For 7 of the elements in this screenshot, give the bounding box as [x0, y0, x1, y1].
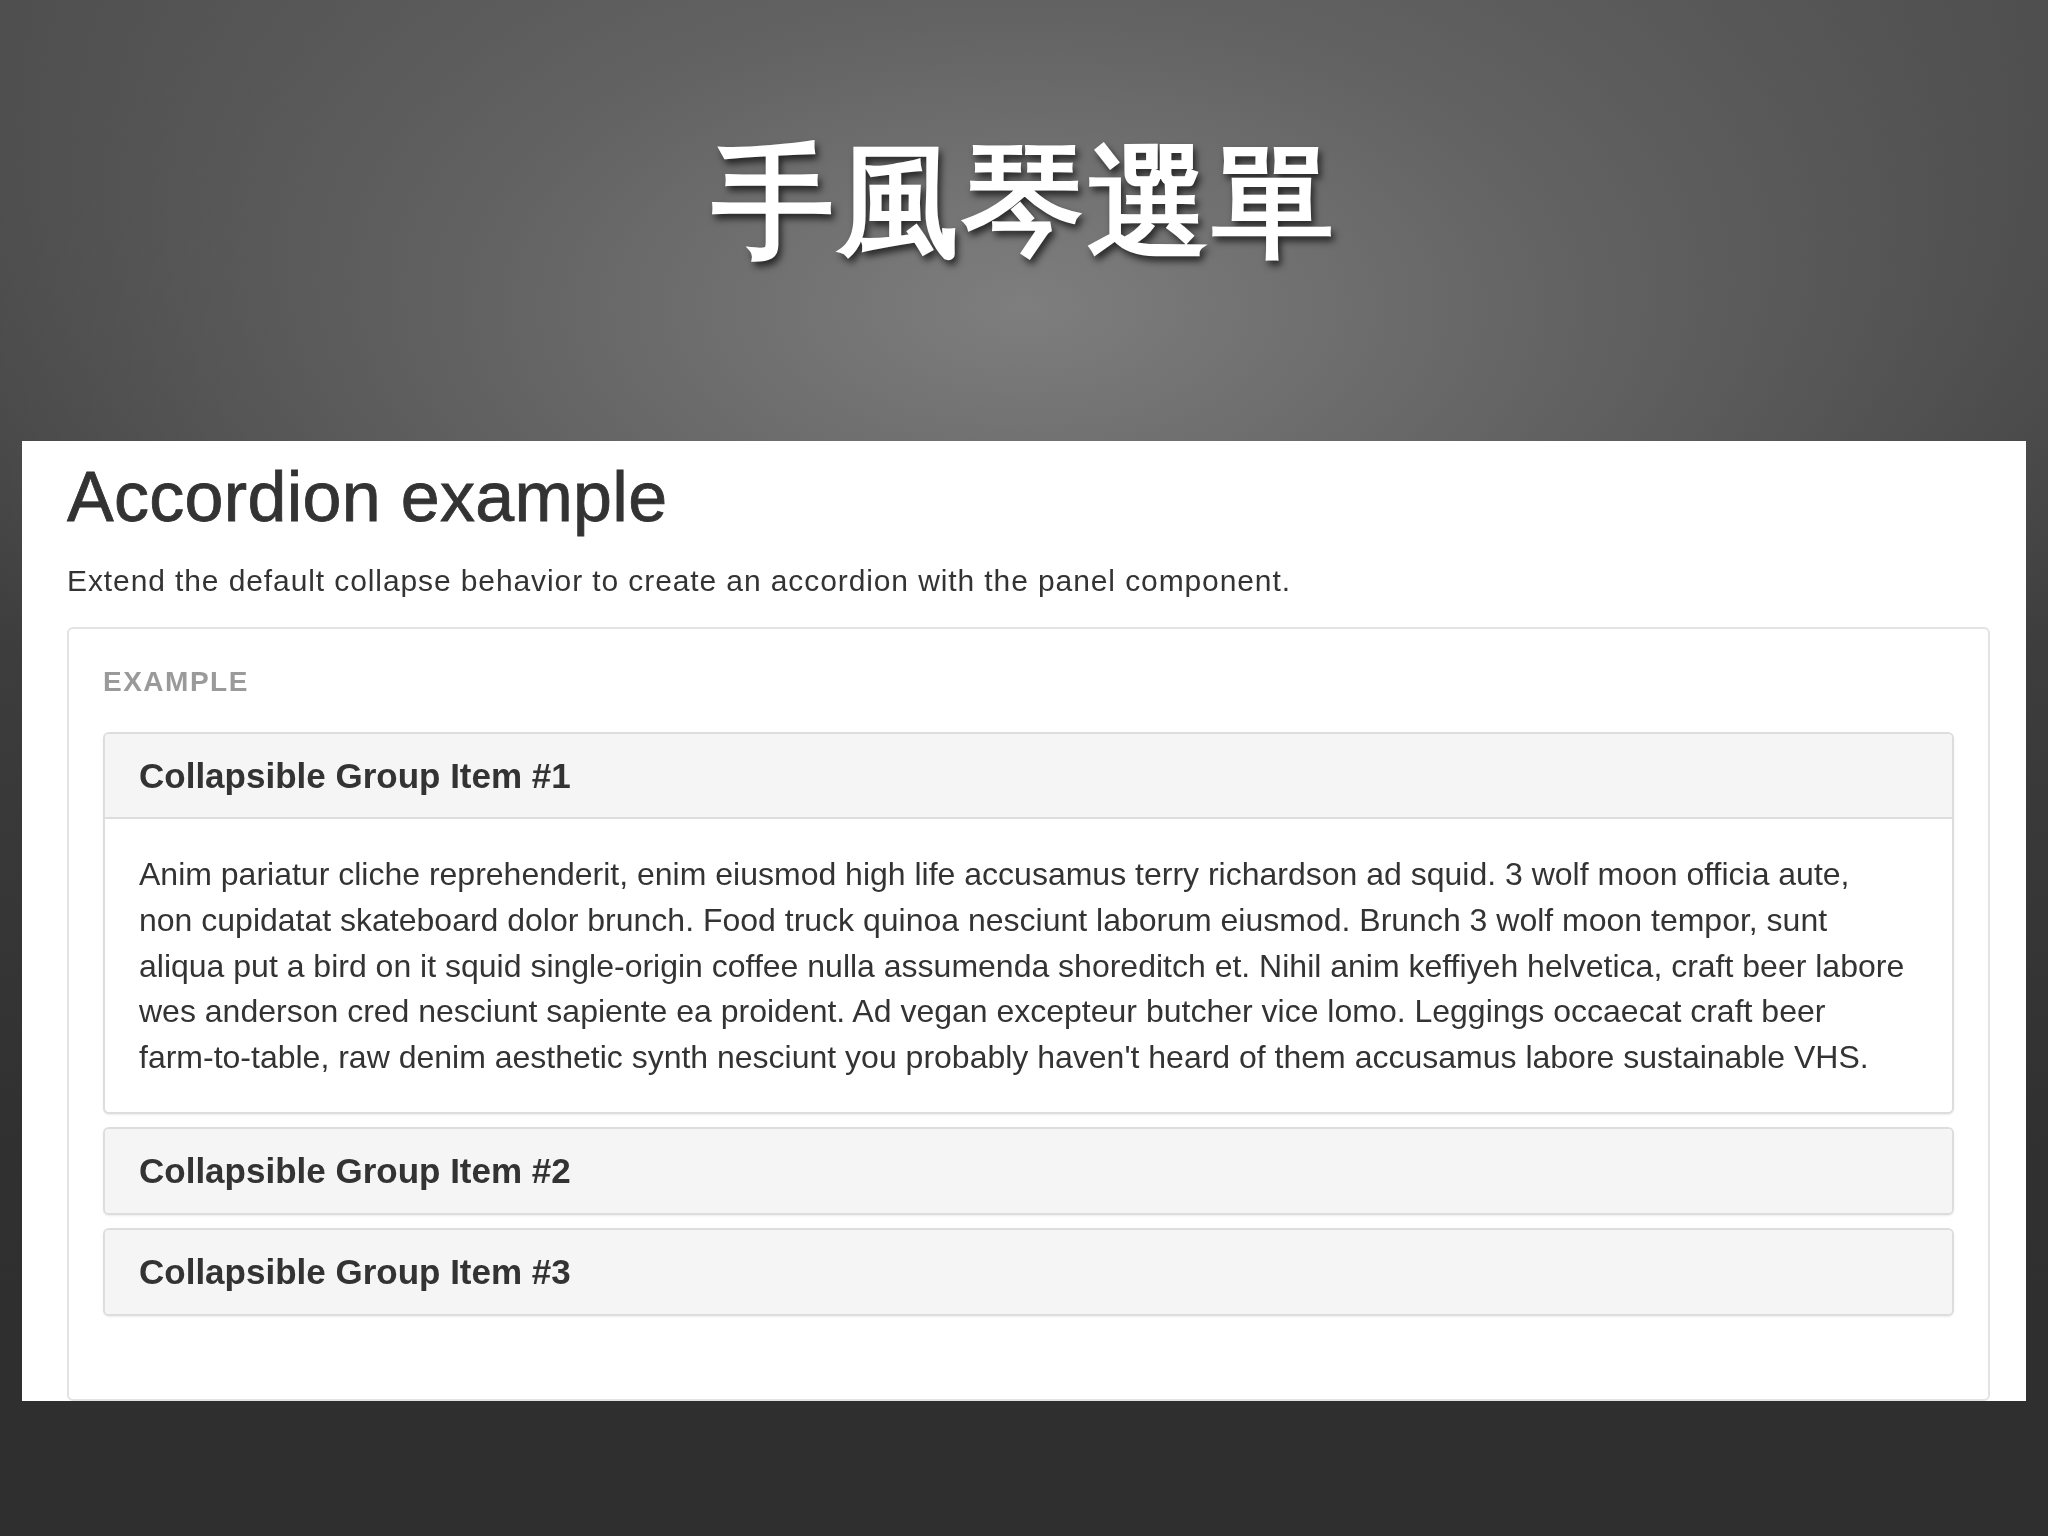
description-text: Extend the default collapse behavior to create an accordion with the panel component.	[67, 563, 1291, 599]
accordion-header[interactable]: Collapsible Group Item #2	[105, 1129, 1952, 1213]
accordion-header[interactable]: Collapsible Group Item #3	[105, 1230, 1952, 1314]
accordion-header[interactable]: Collapsible Group Item #1	[105, 734, 1952, 819]
panel-body-text: Anim pariatur cliche reprehenderit, enim eiusmod high life accusamus terry richardson ad squid. 3 wolf moon officia aute, non cupidatat skateboard dolor brunch. Food truck quinoa nesciunt laborum eiusmod. Brunch 3 wolf moon tempor, sunt aliqua put a bird on it squid single-origin coffee nulla assumenda shoreditch et. Nihil anim keffiyeh helvetica, craft beer labore wes anderson cred nesciunt sapiente ea proident. Ad vegan excepteur butcher vice lomo. Leggings occaecat craft beer farm-to-table, raw denim aesthetic synth nesciunt you probably haven't heard of them accusamus labore sustainable VHS.	[139, 855, 1905, 1078]
slide-title: 手風琴選單	[711, 135, 1337, 270]
example-label: EXAMPLE	[103, 668, 249, 696]
